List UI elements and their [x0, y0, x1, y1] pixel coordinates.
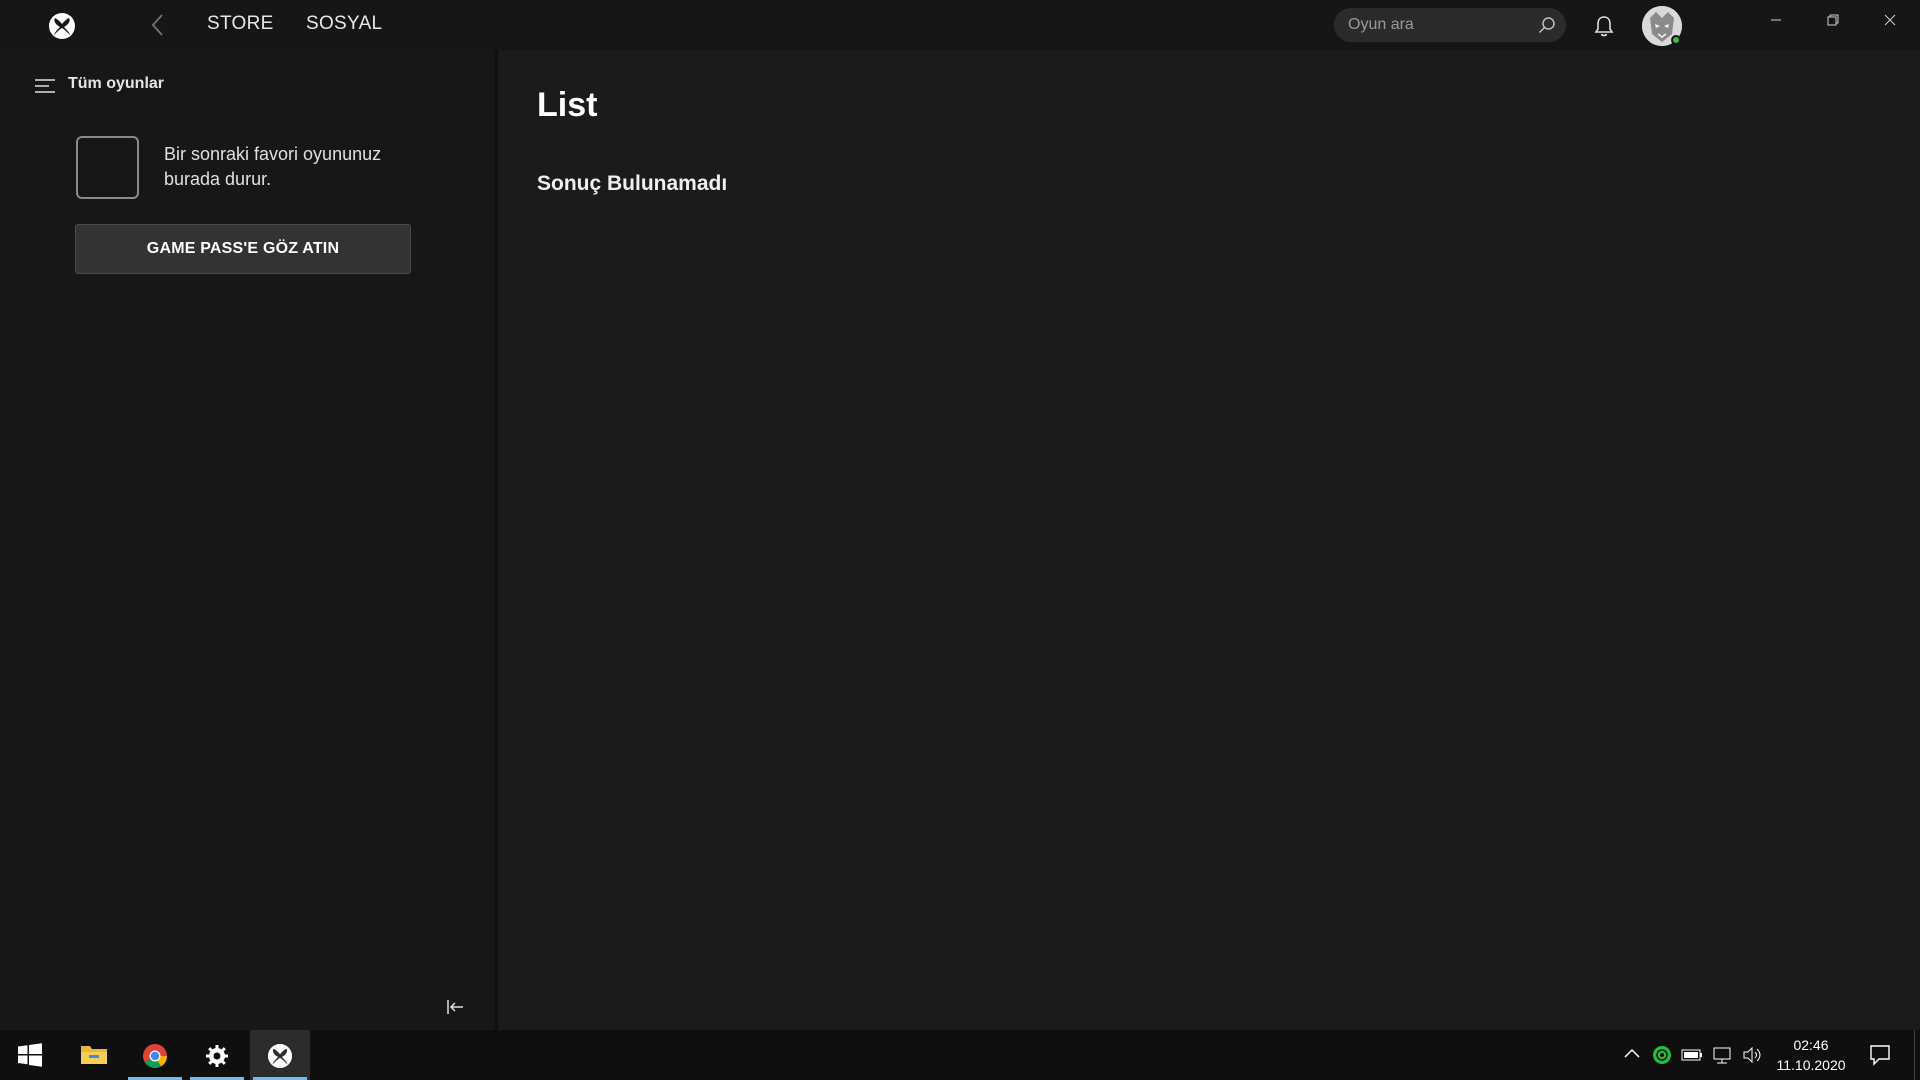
favorite-game-placeholder	[76, 136, 139, 199]
explore-game-pass-button[interactable]: GAME PASS'E GÖZ ATIN	[75, 224, 411, 274]
battery-icon[interactable]	[1681, 1044, 1703, 1066]
windows-start-icon[interactable]	[0, 1030, 60, 1080]
clock-time: 02:46	[1793, 1037, 1829, 1053]
nav-social[interactable]: SOSYAL	[306, 13, 382, 35]
file-explorer-icon[interactable]	[63, 1030, 123, 1080]
close-icon[interactable]	[1867, 8, 1913, 34]
notification-center-icon[interactable]	[1868, 1044, 1892, 1066]
xbox-icon[interactable]	[250, 1030, 310, 1080]
restore-icon[interactable]	[1810, 8, 1856, 34]
favorite-hint-text: Bir sonraki favori oyununuz burada durur…	[164, 144, 382, 189]
page-title: List	[537, 86, 598, 124]
back-arrow-icon[interactable]	[146, 12, 170, 38]
nav-store[interactable]: STORE	[207, 13, 274, 35]
search-input[interactable]	[1348, 8, 1528, 42]
volume-icon[interactable]	[1741, 1044, 1763, 1066]
settings-icon[interactable]	[187, 1030, 247, 1080]
main-content: List Sonuç Bulunamadı	[498, 50, 1920, 1030]
bell-icon[interactable]	[1593, 14, 1615, 38]
clock-date: 11.10.2020	[1776, 1057, 1846, 1073]
xbox-logo-icon[interactable]	[48, 12, 76, 40]
library-sidebar: Tüm oyunlar Bir sonraki favori oyununuz …	[0, 50, 497, 1030]
network-icon[interactable]	[1711, 1044, 1733, 1066]
xbox-app-window: STORE SOSYAL Oyun ara Tüm oyunlar Bir so…	[0, 0, 1920, 1030]
windows-taskbar: 02:46 11.10.2020	[0, 1030, 1920, 1080]
online-status-dot	[1671, 35, 1681, 45]
search-box[interactable]	[1334, 8, 1566, 42]
search-icon[interactable]	[1538, 16, 1556, 34]
system-clock[interactable]: 02:46 11.10.2020	[1768, 1035, 1854, 1075]
minimize-icon[interactable]	[1753, 8, 1799, 34]
tray-app-icon[interactable]	[1651, 1044, 1673, 1066]
no-results-message: Sonuç Bulunamadı	[537, 172, 728, 195]
collapse-sidebar-icon[interactable]	[445, 997, 465, 1017]
filter-list-icon[interactable]	[35, 78, 55, 94]
chevron-up-icon[interactable]	[1622, 1044, 1642, 1064]
title-bar: STORE SOSYAL	[0, 0, 1920, 50]
chrome-icon[interactable]	[125, 1030, 185, 1080]
filter-label[interactable]: Tüm oyunlar	[68, 75, 164, 93]
show-desktop-button[interactable]	[1914, 1030, 1915, 1080]
